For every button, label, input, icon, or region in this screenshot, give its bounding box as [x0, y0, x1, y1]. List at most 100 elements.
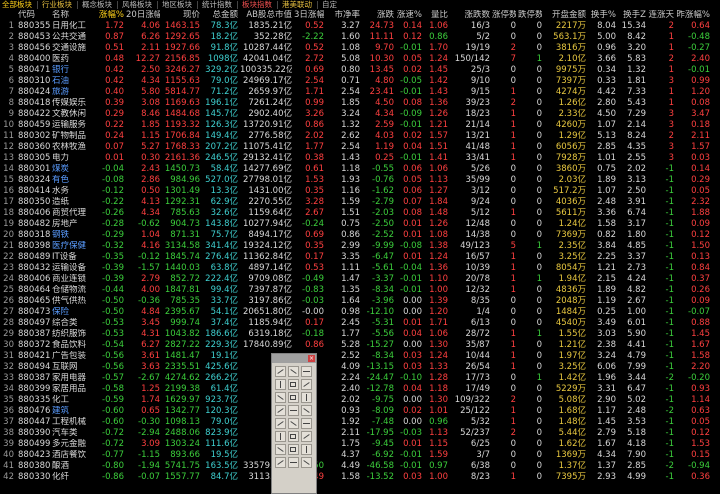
table-row[interactable]: 3 880456 交通设施 0.51 2.11 1927.66 91.8亿 10287.44亿… [0, 43, 720, 54]
cycle-tool-icon[interactable] [301, 418, 312, 429]
column-header[interactable]: 涨跌数 [450, 10, 490, 21]
fib-tool-icon[interactable] [275, 405, 286, 416]
segment-tool-icon[interactable] [301, 366, 312, 377]
table-row[interactable]: 39 880499 多元金融 -0.72 3.09 1303.24 111.6亿 1.75 -9… [0, 439, 720, 450]
channel-tool-icon[interactable] [301, 431, 312, 442]
cell-price: 904.73 [170, 219, 200, 229]
column-header[interactable]: 涨速% [396, 10, 422, 21]
toolbox-titlebar[interactable]: × [272, 354, 316, 363]
tab-8[interactable]: 自定 [320, 0, 339, 10]
table-row[interactable]: 31 880421 广告包装 -0.56 3.61 1481.47 19.1亿 2.52 -8.… [0, 351, 720, 362]
table-row[interactable]: 23 880432 运输设备 -0.39 -1.57 1440.03 63.8亿 4897.1… [0, 263, 720, 274]
vline-tool-icon[interactable] [301, 379, 312, 390]
column-header[interactable]: 连涨天 [648, 10, 674, 21]
column-header[interactable]: 量比 [424, 10, 448, 21]
gann-tool-icon[interactable] [288, 405, 299, 416]
rect-tool-icon[interactable] [275, 392, 286, 403]
tab-3[interactable]: 风格板块 [120, 0, 154, 10]
column-header[interactable]: 换手% [588, 10, 616, 21]
column-header[interactable]: 涨幅% [98, 10, 124, 21]
wave-tool-icon[interactable] [288, 444, 299, 455]
table-row[interactable]: 40 880423 酒店餐饮 -0.77 -1.15 893.66 19.5亿 4.37 -6.… [0, 450, 720, 461]
table-row[interactable]: 18 880406 商贸代理 -0.26 4.34 785.63 32.6亿 1159.64亿… [0, 208, 720, 219]
tab-2[interactable]: 概念板块 [80, 0, 114, 10]
price-tool-icon[interactable] [275, 431, 286, 442]
tab-0[interactable]: 全部板块 [0, 0, 34, 10]
table-row[interactable]: 11 880302 矿物制品 0.24 1.15 1706.84 149.4亿 2776.58… [0, 131, 720, 142]
delete-tool-icon[interactable] [301, 457, 312, 468]
column-header[interactable]: 总金额 [202, 10, 238, 21]
column-header[interactable]: 换手Z [618, 10, 646, 21]
table-row[interactable]: 42880330化纤-0.86-0.071557.7784.7亿3113.61亿… [0, 472, 720, 483]
table-row[interactable]: 26 880465 供气供热 -0.50 -0.36 785.35 33.7亿 3197.86… [0, 296, 720, 307]
angle-tool-icon[interactable] [301, 444, 312, 455]
table-row[interactable]: 37 880447 工程机械 -0.60 -0.30 1098.13 79.0亿 1.92 -7… [0, 417, 720, 428]
table-row[interactable]: 10 880459 运输服务 0.22 1.85 1193.32 126.3亿 13720.9… [0, 120, 720, 131]
table-row[interactable]: 9 880422 文教休闲 0.29 8.46 1484.68 145.7亿 2902.40亿… [0, 109, 720, 120]
pitchfork-tool-icon[interactable] [275, 444, 286, 455]
column-header[interactable]: 涨停数 [492, 10, 516, 21]
table-row[interactable]: 32 880494 互联网 -0.56 3.63 2335.51 425.6亿 4.09 -13… [0, 362, 720, 373]
table-row[interactable]: 36 880476 建筑 -0.60 0.65 1342.77 120.3亿 0.93 -8.0… [0, 406, 720, 417]
column-header[interactable]: AB股总市值 [240, 10, 292, 21]
table-row[interactable]: 2 880453 公共交通 0.87 6.26 1292.65 18.2亿 352.28亿 -2… [0, 32, 720, 43]
column-header[interactable]: 涨跌 [362, 10, 394, 21]
table-row[interactable]: 21 880398 医疗保健 -0.32 4.16 3134.58 341.4亿 19324.… [0, 241, 720, 252]
table-row[interactable]: 16 880414 水务 -0.12 0.50 1301.49 13.3亿 1431.00亿 0… [0, 186, 720, 197]
arc-tool-icon[interactable] [301, 392, 312, 403]
column-header[interactable]: 昨涨幅% [676, 10, 710, 21]
table-row[interactable]: 17 880350 造纸 -0.22 4.13 1292.31 62.9亿 2270.55亿 3… [0, 197, 720, 208]
table-row[interactable]: 30 880372 食品饮料 -0.54 6.27 2827.22 229.3亿 17840.… [0, 340, 720, 351]
table-row[interactable]: 1 880355 日用化工 1.72 4.06 1463.15 78.3亿 1835.21亿 0… [0, 21, 720, 32]
table-row[interactable]: 13 880305 电力 0.01 0.30 2161.36 246.5亿 29132.41亿… [0, 153, 720, 164]
box-tool-icon[interactable] [288, 431, 299, 442]
table-row[interactable]: 19 880482 房地产 -0.28 -0.62 904.73 143.8亿 10277.9… [0, 219, 720, 230]
table-row[interactable]: 33 880387 家用电器 -0.57 -2.67 4274.62 266.2亿 2.24-… [0, 373, 720, 384]
hline-tool-icon[interactable] [288, 379, 299, 390]
tab-6[interactable]: 板块指数 [240, 0, 274, 10]
close-icon[interactable]: × [308, 355, 315, 362]
cross-tool-icon[interactable] [288, 457, 299, 468]
table-row[interactable]: 25 880464 仓储物流 -0.44 4.00 1847.81 99.4亿 7397.87… [0, 285, 720, 296]
column-header[interactable]: 开盘金额 [544, 10, 586, 21]
drawing-toolbox[interactable]: × [271, 353, 317, 494]
table-row[interactable]: 5 880471 银行 0.42 2.50 3246.27 329.2亿 100335.22亿… [0, 65, 720, 76]
column-header[interactable]: 20日涨幅% [126, 10, 160, 21]
table-row[interactable]: 34 880399 家居用品 -0.58 1.25 2199.38 61.4亿 2.40 -12… [0, 384, 720, 395]
table-row[interactable]: 20 880318 钢铁 -0.29 1.04 871.31 75.7亿 8494.17亿 0.… [0, 230, 720, 241]
column-header[interactable]: 3日涨幅% [294, 10, 324, 21]
tab-1[interactable]: 行业板块 [40, 0, 74, 10]
table-row[interactable]: 28 880497 综合类 -0.53 3.45 999.74 37.4亿 1185.94亿 0… [0, 318, 720, 329]
table-row[interactable]: 22 880489 IT设备 -0.35 -0.12 1845.74 276.4亿 11362… [0, 252, 720, 263]
column-header[interactable]: 现价 [160, 10, 200, 21]
ray-tool-icon[interactable] [288, 366, 299, 377]
table-row[interactable]: 6 880310 石油 0.42 4.34 1155.63 79.0亿 24969.17亿 2.… [0, 76, 720, 87]
tab-4[interactable]: 地区板块 [160, 0, 194, 10]
table-row[interactable]: 7 880424 旅游 0.40 5.80 5814.77 71.2亿 2659.97亿 1.7… [0, 87, 720, 98]
table-row[interactable]: 29 880387 纺织服饰 -0.53 4.31 1043.82 186.6亿 6319.1… [0, 329, 720, 340]
column-header[interactable]: 代码 [18, 10, 50, 21]
table-row[interactable]: 35 880335 化工 -0.59 1.74 1629.97 923.7亿 2.02 -9.7… [0, 395, 720, 406]
table-row[interactable]: 8 880418 传媒娱乐 0.39 3.08 1169.63 196.1亿 7261.24亿… [0, 98, 720, 109]
line-tool-icon[interactable] [275, 366, 286, 377]
speed-tool-icon[interactable] [275, 457, 286, 468]
tab-5[interactable]: 统计指数 [200, 0, 234, 10]
arrow-up-tool-icon[interactable] [275, 418, 286, 429]
text-tool-icon[interactable] [301, 405, 312, 416]
column-header[interactable]: 市净率 [330, 10, 360, 21]
table-row[interactable]: 15 880324 有色 -0.08 2.86 984.96 527.0亿 27798.01亿… [0, 175, 720, 186]
ellipse-tool-icon[interactable] [288, 392, 299, 403]
table-row[interactable]: 38 880390 汽车类 -0.72 -2.94 2488.06 823.9亿 2.11 -1… [0, 428, 720, 439]
table-row[interactable]: 27 880473 保险 -0.50 4.84 2395.67 54.1亿 20651.80亿… [0, 307, 720, 318]
table-row[interactable]: 14 880301 煤炭 -0.04 2.43 1450.73 58.4亿 14277.69亿… [0, 164, 720, 175]
arrow-down-tool-icon[interactable] [288, 418, 299, 429]
column-header[interactable]: 跌停数 [518, 10, 542, 21]
column-header[interactable]: 名称 [52, 10, 98, 21]
table-row[interactable]: 41 880380 酿酒 -0.80 -1.94 5741.75 163.5亿 33579.8… [0, 461, 720, 472]
table-row[interactable]: 12 880360 农林牧渔 0.07 5.27 1768.33 207.2亿 11075.4… [0, 142, 720, 153]
table-row[interactable]: 4 880400 医药 0.48 12.27 2156.85 1098亿 42041.04亿 2… [0, 54, 720, 65]
column-header[interactable] [0, 10, 14, 21]
table-row[interactable]: 24 880406 商业连锁 -0.39 2.79 852.72 222.4亿 9709.08… [0, 274, 720, 285]
tab-7[interactable]: 港美联动 [280, 0, 314, 10]
parallel-tool-icon[interactable] [275, 379, 286, 390]
